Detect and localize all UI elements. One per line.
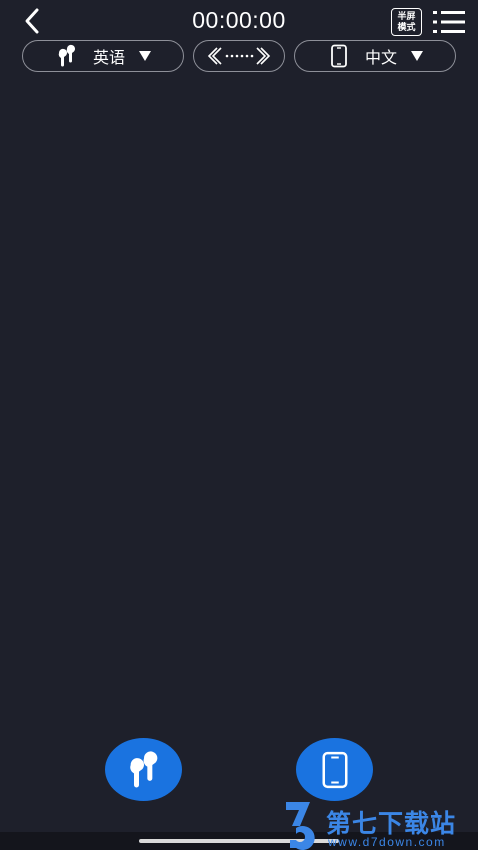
target-language-label: 中文	[364, 50, 397, 67]
menu-button[interactable]	[432, 9, 466, 35]
half-screen-label-line1: 半屏	[397, 11, 416, 21]
earbuds-icon	[55, 44, 79, 68]
earbuds-icon	[129, 750, 157, 787]
site-watermark: 第七下载站 www.d7down.com	[282, 798, 478, 850]
half-screen-mode-button[interactable]: 半屏 模式	[391, 8, 422, 36]
bidirectional-arrows-icon	[207, 47, 271, 65]
dropdown-caret-icon	[139, 51, 151, 61]
translation-screen: 00:00:00 半屏 模式 英语 中文 第七下载站 www.d7down.co…	[0, 0, 478, 850]
watermark-url: www.d7down.com	[328, 835, 446, 849]
target-language-dropdown[interactable]: 中文	[294, 40, 456, 72]
source-language-dropdown[interactable]: 英语	[22, 40, 184, 72]
swap-direction-button[interactable]	[193, 40, 285, 72]
dropdown-caret-icon	[411, 51, 423, 61]
phone-speak-button[interactable]	[296, 738, 373, 801]
phone-icon	[322, 751, 347, 788]
phone-icon	[327, 44, 351, 68]
language-selector-row: 英语 中文	[0, 40, 478, 74]
d7-logo-icon	[286, 802, 315, 850]
source-language-label: 英语	[92, 50, 125, 67]
list-menu-icon	[433, 11, 465, 33]
top-bar: 00:00:00 半屏 模式	[0, 0, 478, 40]
half-screen-label-line2: 模式	[397, 22, 416, 32]
earbuds-speak-button[interactable]	[105, 738, 182, 801]
conversation-area	[0, 80, 478, 730]
